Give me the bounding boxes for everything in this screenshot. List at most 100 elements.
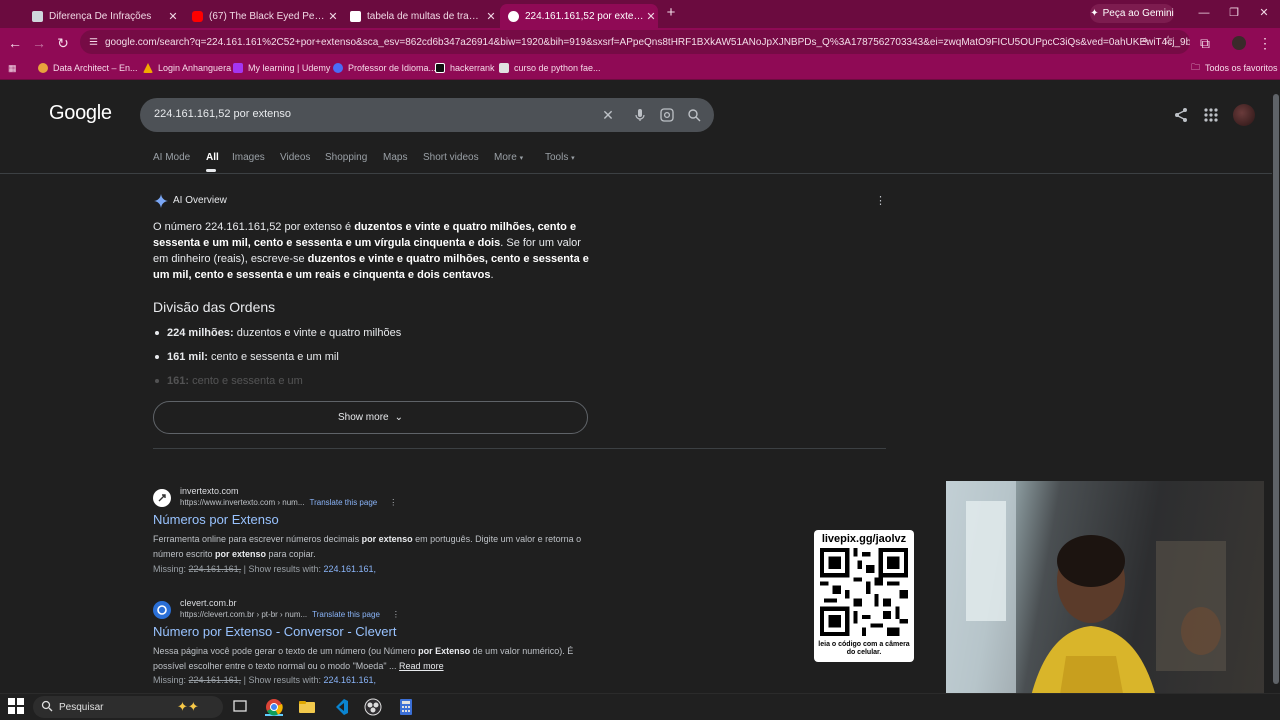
tab-google-active[interactable]: 224.161.161,52 por extenso - G ✕ xyxy=(500,4,658,28)
close-icon[interactable]: ✕ xyxy=(644,10,658,23)
address-bar[interactable]: google.com/search?q=224.161.161%2C52+por… xyxy=(80,30,1190,54)
ai-spark-icon xyxy=(154,194,168,208)
globe-icon xyxy=(32,10,43,22)
result-site-name[interactable]: invertexto.com xyxy=(180,486,239,496)
clear-icon[interactable]: ✕ xyxy=(600,107,616,123)
result-snippet: Ferramenta online para escrever números … xyxy=(153,532,593,562)
close-icon[interactable]: ✕ xyxy=(484,10,498,23)
all-bookmarks[interactable]: 🗀 Todos os favoritos xyxy=(1191,61,1278,75)
calculator-icon[interactable] xyxy=(397,698,415,716)
filter-images[interactable]: Images xyxy=(232,152,265,163)
filter-more[interactable]: More ▾ xyxy=(494,152,523,163)
extensions-icon[interactable]: ⧉ xyxy=(1197,35,1213,51)
filter-videos[interactable]: Videos xyxy=(280,152,310,163)
bookmark-star-icon[interactable]: ☆ xyxy=(1163,33,1174,48)
show-results-link[interactable]: 224.161.161, xyxy=(324,564,377,574)
google-apps-icon[interactable] xyxy=(1202,106,1222,126)
vscode-icon[interactable] xyxy=(331,698,349,716)
scrollbar-thumb[interactable] xyxy=(1273,94,1279,684)
qr-caption-bottom: leia o código com a câmera do celular. xyxy=(818,641,910,656)
result-url[interactable]: https://clevert.com.br › pt-br › num... xyxy=(180,610,307,619)
show-more-button[interactable]: Show more ⌄ xyxy=(153,401,588,434)
tab-title: (67) The Black Eyed Peas - I Got xyxy=(209,10,326,22)
tab-tabela[interactable]: tabela de multas de transito, va ✕ xyxy=(342,4,498,28)
read-more-link[interactable]: Read more xyxy=(399,661,444,671)
new-tab-button[interactable]: + xyxy=(664,5,678,21)
translate-link[interactable]: Translate this page xyxy=(312,610,380,619)
bookmark-anhanguera[interactable]: Login Anhanguera xyxy=(143,61,231,75)
filter-ai-mode[interactable]: AI Mode xyxy=(153,152,190,163)
search-icon[interactable] xyxy=(686,107,702,123)
result-title-link[interactable]: Números por Extenso xyxy=(153,512,279,527)
search-icon xyxy=(41,700,53,715)
result-url[interactable]: https://www.invertexto.com › num... xyxy=(180,498,304,507)
tab-youtube[interactable]: (67) The Black Eyed Peas - I Got ✕ xyxy=(184,4,340,28)
site-info-icon[interactable] xyxy=(88,36,99,47)
missing-term: 224.161.161, xyxy=(188,675,242,685)
windows-start-icon[interactable] xyxy=(8,698,26,716)
doc-icon xyxy=(350,10,361,22)
result-menu-icon[interactable]: ⋮ xyxy=(389,498,397,507)
result-url-line: https://clevert.com.br › pt-br › num... T… xyxy=(180,610,400,619)
divider xyxy=(0,173,1280,174)
bold-text: por extenso xyxy=(215,549,267,559)
forward-icon[interactable]: → xyxy=(31,35,47,51)
taskbar-search[interactable]: Pesquisar ✦✦ xyxy=(33,696,223,718)
minimize-icon[interactable]: — xyxy=(1197,6,1211,20)
ai-overview-menu-icon[interactable]: ⋮ xyxy=(875,194,886,207)
restore-icon[interactable]: ❐ xyxy=(1227,6,1241,20)
close-window-icon[interactable]: ✕ xyxy=(1257,6,1271,20)
search-result: invertexto.com https://www.invertexto.co… xyxy=(153,486,593,584)
menu-kebab-icon[interactable]: ⋮ xyxy=(1257,35,1273,51)
gemini-spark-icon: ✦ xyxy=(1090,8,1099,19)
share-icon[interactable] xyxy=(1172,106,1192,126)
bookmark-hackerrank[interactable]: hackerrank xyxy=(435,61,495,75)
close-icon[interactable]: ✕ xyxy=(326,10,340,23)
reload-icon[interactable]: ↻ xyxy=(55,35,71,51)
webcam-overlay xyxy=(946,481,1264,720)
bookmark-professor[interactable]: Professor de Idioma... xyxy=(333,61,436,75)
bookmarks-bar: ▦ Data Architect – En... Login Anhanguer… xyxy=(0,56,1280,80)
google-logo[interactable]: Google xyxy=(49,102,112,125)
text: para copiar. xyxy=(266,549,316,559)
result-title-link[interactable]: Número por Extenso - Conversor - Clevert xyxy=(153,624,396,639)
gemini-button[interactable]: ✦ Peça ao Gemini xyxy=(1090,4,1174,23)
filter-maps[interactable]: Maps xyxy=(383,152,407,163)
result-snippet: Nessa página você pode gerar o texto de … xyxy=(153,644,593,674)
result-site-name[interactable]: clevert.com.br xyxy=(180,598,237,608)
filter-short-videos[interactable]: Short videos xyxy=(423,152,479,163)
search-input[interactable]: 224.161.161,52 por extenso xyxy=(154,108,291,120)
result-menu-icon[interactable]: ⋮ xyxy=(392,610,400,619)
mic-icon[interactable] xyxy=(632,107,648,123)
account-avatar[interactable] xyxy=(1233,104,1255,126)
close-icon[interactable]: ✕ xyxy=(166,10,180,23)
task-view-icon[interactable] xyxy=(232,698,250,716)
bookmark-data-architect[interactable]: Data Architect – En... xyxy=(38,61,138,75)
filter-all[interactable]: All xyxy=(206,152,219,163)
filter-shopping[interactable]: Shopping xyxy=(325,152,367,163)
obs-icon[interactable] xyxy=(364,698,382,716)
back-icon[interactable]: ← xyxy=(7,35,23,51)
bookmark-udemy[interactable]: My learning | Udemy xyxy=(233,61,330,75)
translate-link[interactable]: Translate this page xyxy=(309,498,377,507)
bookmark-python[interactable]: curso de python fae... xyxy=(499,61,601,75)
chrome-icon[interactable] xyxy=(265,698,283,716)
filter-tools[interactable]: Tools ▾ xyxy=(545,152,575,163)
show-results-link[interactable]: 224.161.161, xyxy=(324,675,377,685)
show-with-label: | Show results with: xyxy=(243,675,321,685)
profile-avatar[interactable] xyxy=(1232,36,1246,50)
bookmark-label: My learning | Udemy xyxy=(248,63,331,73)
tab-title: Diferença De Infrações xyxy=(49,10,152,22)
ai-overview-heading: Divisão das Ordens xyxy=(153,299,276,315)
tab-diferenca[interactable]: Diferença De Infrações ✕ xyxy=(24,4,180,28)
youtube-icon xyxy=(192,10,203,22)
apps-grid-icon[interactable]: ▦ xyxy=(8,61,17,75)
bookmark-label: Login Anhanguera xyxy=(158,63,232,73)
location-icon[interactable]: ⌖ xyxy=(1142,33,1149,48)
file-explorer-icon[interactable] xyxy=(298,698,316,716)
show-with-label: | Show results with: xyxy=(243,564,321,574)
search-box[interactable]: 224.161.161,52 por extenso ✕ xyxy=(140,98,714,132)
language-icon xyxy=(333,63,343,73)
search-result: clevert.com.br https://clevert.com.br › … xyxy=(153,598,593,693)
lens-icon[interactable] xyxy=(659,107,675,123)
